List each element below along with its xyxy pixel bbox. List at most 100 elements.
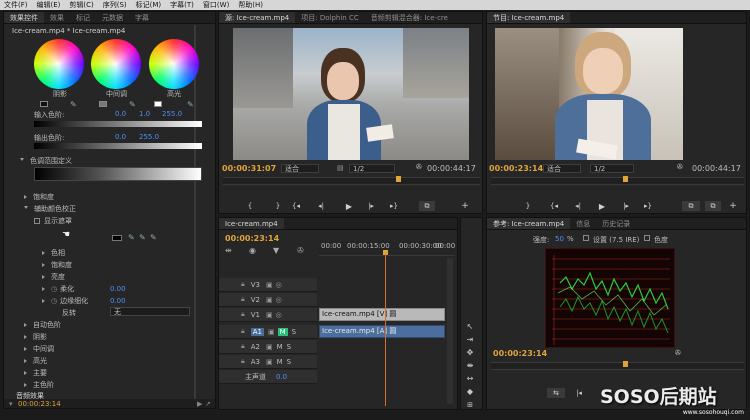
- scope-timecode[interactable]: 00:00:23:14: [493, 349, 547, 358]
- tab-program[interactable]: 节目: Ice-cream.mp4: [487, 12, 571, 23]
- mute-icon[interactable]: M: [277, 327, 288, 336]
- step-back-icon[interactable]: ◂|: [314, 201, 328, 211]
- source-playhead[interactable]: [396, 176, 401, 182]
- lock-icon[interactable]: 🔒︎: [241, 310, 245, 319]
- tab-project[interactable]: 项目: Dolphin CC: [295, 12, 364, 23]
- tab-sequence[interactable]: Ice-cream.mp4: [219, 218, 284, 229]
- tab-effects[interactable]: 效果: [44, 12, 70, 23]
- tab-history[interactable]: 历史记录: [596, 218, 636, 229]
- add-button-icon[interactable]: +: [459, 201, 471, 211]
- eye-icon[interactable]: ◎: [276, 281, 282, 289]
- soften-value[interactable]: 0.00: [110, 285, 126, 293]
- solo-icon[interactable]: S: [292, 328, 296, 336]
- slip-tool-icon[interactable]: ⊞: [465, 400, 475, 410]
- tonal-range-gradient[interactable]: [34, 167, 202, 181]
- input-gamma[interactable]: 1.0: [139, 110, 150, 118]
- add-button-icon[interactable]: +: [727, 201, 739, 211]
- input-white[interactable]: 255.0: [162, 110, 182, 118]
- saturation-row[interactable]: 饱和度: [4, 191, 215, 202]
- lock-icon[interactable]: 🔒︎: [241, 295, 245, 304]
- checkbox[interactable]: [34, 217, 40, 224]
- rolling-edit-tool-icon[interactable]: ⇼: [465, 361, 475, 371]
- eyedropper-icon[interactable]: ✎: [129, 100, 136, 109]
- secondary-row[interactable]: 辅助颜色校正: [4, 203, 215, 214]
- marker-icon[interactable]: ▼: [273, 246, 279, 255]
- film-icon[interactable]: ▣: [266, 296, 273, 304]
- scope-playhead[interactable]: [623, 361, 628, 367]
- extract-icon[interactable]: ⧉: [705, 201, 721, 211]
- gang-icon[interactable]: ⇆: [547, 388, 565, 398]
- lock-icon[interactable]: 🔒︎: [241, 327, 245, 336]
- invert-dropdown[interactable]: 无: [110, 307, 190, 316]
- export-icon[interactable]: ↗: [205, 400, 211, 408]
- track-a3[interactable]: 🔒︎ A3 ▣ M S: [219, 355, 317, 369]
- chroma-checkbox[interactable]: [644, 235, 650, 241]
- eyedropper-minus-icon[interactable]: ✎: [150, 233, 157, 242]
- color-swatch[interactable]: [112, 235, 122, 241]
- tab-effect-controls[interactable]: 效果控件: [4, 12, 44, 23]
- eyedropper-icon[interactable]: ✎: [128, 233, 135, 242]
- shadow-swatch[interactable]: [40, 101, 48, 107]
- stopwatch-icon[interactable]: ◷: [51, 285, 57, 293]
- step-back-icon[interactable]: ◂|: [571, 201, 585, 211]
- mute-icon[interactable]: M: [277, 358, 283, 366]
- film-icon[interactable]: ▣: [266, 281, 273, 289]
- master-row[interactable]: 主要: [4, 367, 215, 378]
- hue-row[interactable]: 色相: [4, 247, 215, 258]
- track-master[interactable]: 主声道 0.0: [219, 370, 317, 384]
- source-resolution-dropdown[interactable]: 1/2: [349, 164, 395, 173]
- step-forward-icon[interactable]: |▸: [619, 201, 633, 211]
- eyedropper-plus-icon[interactable]: ✎: [139, 233, 146, 242]
- wrench-icon[interactable]: ✇: [297, 246, 304, 255]
- go-to-in-icon[interactable]: |◂: [573, 388, 585, 398]
- luma-row[interactable]: 亮度: [4, 271, 215, 282]
- shadows-row[interactable]: 阴影: [4, 331, 215, 342]
- show-mask-row[interactable]: 显示遮罩: [4, 215, 215, 226]
- tab-source[interactable]: 源: Ice-cream.mp4: [219, 12, 296, 23]
- intensity-value[interactable]: 50: [555, 235, 564, 243]
- tab-reference[interactable]: 参考: Ice-cream.mp4: [487, 218, 571, 229]
- go-to-out-icon[interactable]: ▸}: [387, 201, 401, 211]
- edge-row[interactable]: ◷ 边缘细化 0.00: [4, 295, 215, 306]
- playhead-line[interactable]: [385, 254, 386, 406]
- mark-out-icon[interactable]: }: [271, 201, 285, 211]
- tab-markers[interactable]: 标记: [70, 12, 96, 23]
- ripple-edit-tool-icon[interactable]: ✥: [465, 348, 475, 358]
- eye-icon[interactable]: ◎: [276, 296, 282, 304]
- insert-icon[interactable]: ⧉: [419, 201, 435, 211]
- track-v3[interactable]: 🔒︎ V3 ▣ ◎: [219, 278, 317, 292]
- input-black[interactable]: 0.0: [115, 110, 126, 118]
- eyedropper-icon[interactable]: ✎: [70, 100, 77, 109]
- midtones-color-wheel[interactable]: [91, 39, 141, 89]
- mark-in-icon[interactable]: {: [243, 201, 257, 211]
- eye-icon[interactable]: ◎: [276, 311, 282, 319]
- effect-timecode[interactable]: 00:00:23:14: [18, 400, 61, 408]
- menu-file[interactable]: 文件(F): [4, 0, 28, 10]
- film-icon[interactable]: ▣: [266, 343, 273, 351]
- setup-checkbox[interactable]: [583, 235, 589, 241]
- tab-info[interactable]: 信息: [570, 218, 596, 229]
- track-a1[interactable]: 🔒︎ A1 ▣ M S: [219, 325, 317, 339]
- lock-icon[interactable]: 🔒︎: [241, 342, 245, 351]
- mid-swatch[interactable]: [99, 101, 107, 107]
- menu-window[interactable]: 窗口(W): [203, 0, 229, 10]
- selection-tool-icon[interactable]: ↖: [465, 322, 475, 332]
- film-icon[interactable]: ▣: [266, 311, 273, 319]
- highlight-swatch[interactable]: [154, 101, 162, 107]
- master-levels-row[interactable]: 主色阶: [4, 379, 215, 390]
- video-clip[interactable]: Ice-cream.mp4 [V] 圆: [319, 308, 445, 321]
- output-white[interactable]: 255.0: [139, 133, 159, 141]
- midtones-row[interactable]: 中间调: [4, 343, 215, 354]
- input-levels-slider[interactable]: [34, 121, 202, 127]
- go-to-out-icon[interactable]: ▸}: [641, 201, 655, 211]
- play-icon[interactable]: ▶: [197, 400, 202, 408]
- shadows-color-wheel[interactable]: [34, 39, 84, 89]
- tab-audio-mixer[interactable]: 音频剪辑混合器: Ice-cre: [365, 12, 454, 23]
- track-select-tool-icon[interactable]: ⇥: [465, 335, 475, 345]
- highlights-color-wheel[interactable]: [149, 39, 199, 89]
- output-black[interactable]: 0.0: [115, 133, 126, 141]
- program-video-frame[interactable]: [495, 28, 683, 160]
- menu-title[interactable]: 字幕(T): [170, 0, 194, 10]
- go-to-in-icon[interactable]: {◂: [547, 201, 561, 211]
- timeline-scrollbar[interactable]: [447, 258, 453, 404]
